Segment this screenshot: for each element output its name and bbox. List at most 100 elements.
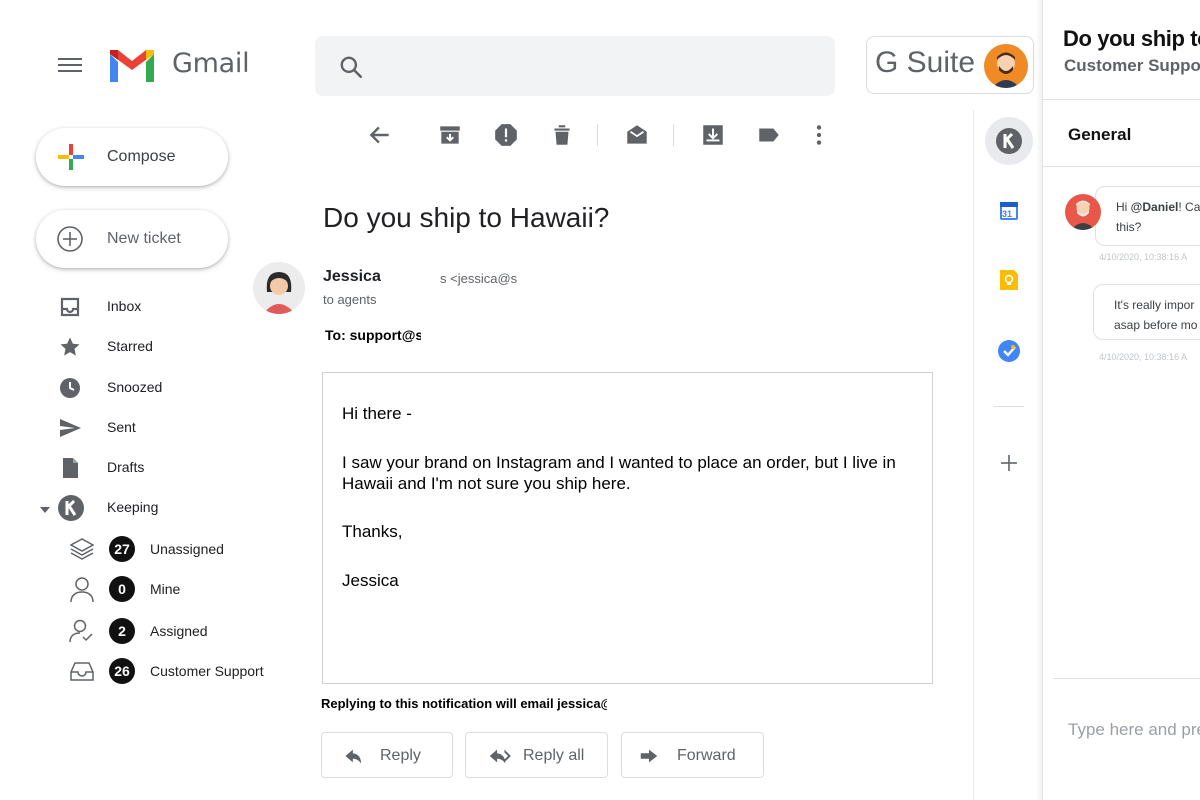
reply-icon [340,745,362,767]
mention[interactable]: @Daniel [1131,200,1179,214]
sidebar-item-drafts[interactable]: Drafts [40,452,290,484]
compose-label: Compose [107,148,176,165]
account-avatar[interactable] [984,44,1028,88]
sidebar-item-label: Keeping [107,499,159,515]
to-address: To: support@s [325,327,421,343]
app-name: Gmail [172,48,250,79]
sidebar-item-assigned[interactable]: 2 Assigned [60,614,300,648]
label-icon[interactable] [756,122,782,148]
forward-button[interactable]: Forward [621,732,764,778]
chat-input[interactable]: Type here and pre [1068,720,1200,740]
calendar-day: 31 [1002,209,1013,219]
tray-icon [68,658,96,684]
message-body: Hi there - I saw your brand on Instagram… [322,372,933,684]
draft-icon [58,456,82,480]
more-vert-icon[interactable] [806,122,832,148]
sidebar-item-sent[interactable]: Sent [40,412,290,444]
chat-message: It's really impor asap before mo [1093,284,1200,340]
keeping-icon [995,127,1023,155]
body-greeting: Hi there - [342,404,412,423]
body-line: I saw your brand on Instagram and I want… [342,453,896,472]
keep-notes-icon[interactable] [994,265,1024,295]
tab-general[interactable]: General [1068,125,1131,145]
panel-title: Do you ship to H [1063,26,1200,51]
message-timestamp: 4/10/2020, 10:38:16 A [1099,252,1188,262]
sender-name: Jessica [323,268,381,285]
layers-icon [68,536,96,562]
sidebar-item-label: Drafts [107,459,145,475]
side-panel: Do you ship to H Customer Suppo General … [1042,0,1200,800]
sidebar-item-label: Mine [150,581,181,597]
recipient-summary[interactable]: to agents [323,292,377,307]
sidebar-item-starred[interactable]: Starred [40,331,290,363]
sidebar-item-inbox[interactable]: Inbox [40,291,290,323]
delete-icon[interactable] [549,122,575,148]
reply-button[interactable]: Reply [321,732,453,778]
reply-all-button[interactable]: Reply all [465,732,608,778]
person-check-icon [68,618,96,644]
body-signature: Jessica [342,571,399,590]
clock-icon [58,376,82,400]
reply-label: Reply [380,747,421,764]
rail-divider [973,110,974,800]
star-icon [58,335,82,359]
report-spam-icon[interactable] [493,122,519,148]
message-text: ! Ca [1178,200,1200,214]
add-circle-icon [56,225,84,253]
count-badge: 2 [109,618,135,644]
rail-divider [994,406,1024,407]
message-text: It's really impor [1114,298,1195,312]
sender-email: s <jessica@s [440,271,518,286]
keeping-addon-button[interactable] [985,117,1033,165]
body-line: Hawaii and I'm not sure you ship here. [342,474,631,493]
main-menu-button[interactable] [56,54,84,78]
message-text: Hi [1116,200,1131,214]
tasks-icon[interactable] [994,336,1024,366]
tab-active-indicator [1042,114,1043,166]
panel-subtitle: Customer Suppo [1064,56,1200,75]
caret-down-icon[interactable] [40,502,50,513]
panel-divider [1043,99,1200,100]
keeping-logo-icon [57,494,85,522]
toolbar-divider [673,124,674,146]
sidebar-item-label: Assigned [150,623,208,639]
new-ticket-label: New ticket [107,230,181,247]
archive-icon[interactable] [437,122,463,148]
count-badge: 27 [109,536,135,562]
search-icon[interactable] [338,54,364,80]
sender-avatar [253,262,305,314]
message-text: asap before mo [1114,318,1198,332]
email-subject: Do you ship to Hawaii? [323,202,610,233]
panel-divider [1053,678,1200,679]
person-icon [68,576,96,603]
back-arrow-icon[interactable] [367,122,393,148]
move-to-icon[interactable] [700,122,726,148]
sidebar-item-label: Snoozed [107,379,163,395]
body-closing: Thanks, [342,522,403,541]
sidebar-item-mine[interactable]: 0 Mine [60,572,300,606]
sidebar-item-unassigned[interactable]: 27 Unassigned [60,532,300,566]
sidebar-item-label: Unassigned [150,541,224,557]
sidebar-item-label: Sent [107,419,136,435]
sidebar-item-snoozed[interactable]: Snoozed [40,372,290,404]
add-icon[interactable] [994,448,1024,478]
count-badge: 0 [109,576,135,602]
sidebar-item-keeping[interactable]: Keeping [40,492,290,524]
compose-button[interactable]: Compose [36,128,228,186]
send-icon [58,416,82,440]
mark-unread-icon[interactable] [624,122,650,148]
search-input[interactable] [315,36,835,96]
calendar-icon[interactable]: 31 [994,196,1024,226]
message-timestamp: 4/10/2020, 10:38:16 A [1099,352,1188,362]
sidebar-item-label: Inbox [107,298,142,314]
reply-all-label: Reply all [523,747,585,764]
new-ticket-button[interactable]: New ticket [36,210,228,268]
inbox-icon [58,295,82,319]
gsuite-label: G Suite [875,46,976,79]
sidebar-item-label: Starred [107,338,153,354]
forward-icon [638,745,660,767]
message-text: this? [1116,220,1142,234]
count-badge: 26 [109,658,135,684]
reply-notice: Replying to this notification will email… [321,696,607,711]
sidebar-item-customer-support[interactable]: 26 Customer Support [60,654,300,688]
